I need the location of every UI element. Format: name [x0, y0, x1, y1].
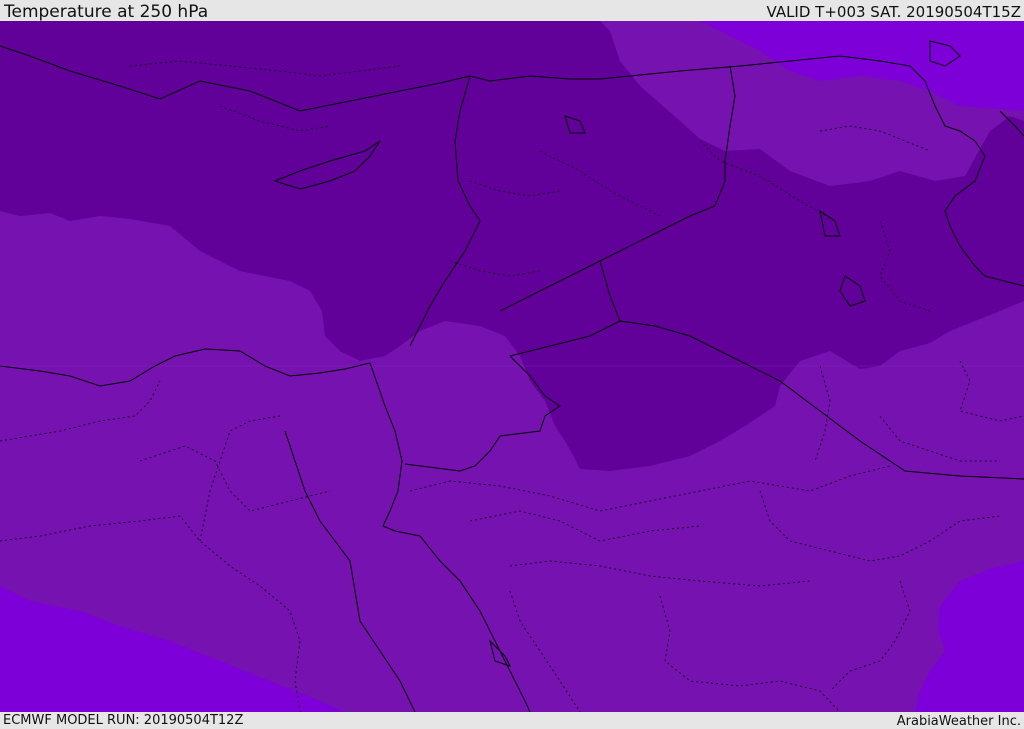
temperature-map: [0, 21, 1024, 712]
map-canvas: [0, 21, 1024, 712]
header-bar: Temperature at 250 hPa VALID T+003 SAT. …: [0, 0, 1024, 21]
footer-bar: ECMWF MODEL RUN: 20190504T12Z ArabiaWeat…: [0, 712, 1024, 729]
valid-time: VALID T+003 SAT. 20190504T15Z: [766, 3, 1021, 21]
map-title: Temperature at 250 hPa: [4, 2, 209, 22]
model-run-label: ECMWF MODEL RUN: 20190504T12Z: [3, 713, 244, 728]
map-figure: Temperature at 250 hPa VALID T+003 SAT. …: [0, 0, 1024, 729]
credit-label: ArabiaWeather Inc.: [896, 714, 1021, 729]
